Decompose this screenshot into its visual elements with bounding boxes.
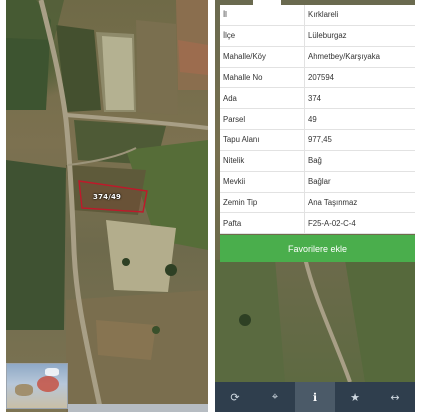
favorites-button[interactable]: ★	[335, 382, 375, 412]
refresh-icon: ⟳	[230, 390, 240, 404]
parcel-info-table: İl Kırklareli İlçe Lüleburgaz Mahalle/Kö…	[220, 5, 415, 235]
info-row-mevkii: Mevkii Bağlar	[220, 171, 415, 193]
bottom-toolbar: ⟳ ⌖ ℹ ★ ↔	[215, 382, 415, 412]
info-icon: ℹ	[312, 390, 318, 404]
satellite-map[interactable]: 374/49	[6, 0, 208, 412]
info-row-il: İl Kırklareli	[220, 5, 415, 26]
measure-button[interactable]: ↔	[375, 382, 415, 412]
refresh-button[interactable]: ⟳	[215, 382, 255, 412]
info-key: Mahalle/Köy	[220, 46, 305, 67]
info-key: Zemin Tip	[220, 192, 305, 213]
info-key: İlçe	[220, 25, 305, 46]
info-value: 374	[308, 93, 322, 103]
star-icon: ★	[350, 390, 360, 404]
info-value: Bağ	[308, 156, 322, 166]
info-row-pafta: Pafta F25-A-02-C-4	[220, 213, 415, 235]
map-bottom-bar	[68, 404, 208, 412]
info-key: Mahalle No	[220, 67, 305, 88]
parcel-info-panel: İl Kırklareli İlçe Lüleburgaz Mahalle/Kö…	[215, 0, 415, 412]
info-key: Pafta	[220, 213, 305, 234]
info-row-mahalle-no: Mahalle No 207594	[220, 67, 415, 89]
info-key: Parsel	[220, 109, 305, 130]
info-value: 977,45	[308, 135, 332, 145]
info-value: Ana Taşınmaz	[308, 198, 358, 208]
map-imagery	[6, 0, 208, 412]
info-key: Ada	[220, 88, 305, 109]
info-row-ada: Ada 374	[220, 88, 415, 110]
info-key: Mevkii	[220, 171, 305, 192]
info-row-mahalle-koy: Mahalle/Köy Ahmetbey/Karşıyaka	[220, 46, 415, 68]
info-key: Nitelik	[220, 150, 305, 171]
locate-button[interactable]: ⌖	[255, 382, 295, 412]
parcel-label: 374/49	[93, 193, 122, 201]
info-value: 49	[308, 114, 317, 124]
minimap-thumbnail[interactable]	[6, 363, 68, 409]
info-row-zemin-tip: Zemin Tip Ana Taşınmaz	[220, 192, 415, 214]
info-value: F25-A-02-C-4	[308, 218, 356, 228]
info-row-tapu-alani: Tapu Alanı 977,45	[220, 130, 415, 151]
info-button[interactable]: ℹ	[295, 382, 335, 412]
info-row-nitelik: Nitelik Bağ	[220, 150, 415, 172]
info-key: Tapu Alanı	[220, 130, 305, 150]
info-row-parsel: Parsel 49	[220, 109, 415, 131]
info-value: Lüleburgaz	[308, 31, 347, 41]
crosshair-icon: ⌖	[271, 390, 279, 403]
info-value: Bağlar	[308, 177, 331, 187]
info-row-ilce: İlçe Lüleburgaz	[220, 25, 415, 47]
add-to-favorites-button[interactable]: Favorilere ekle	[220, 235, 415, 262]
info-value: Kırklareli	[308, 10, 339, 20]
info-value: 207594	[308, 72, 335, 82]
measure-icon: ↔	[390, 390, 400, 404]
info-key: İl	[220, 5, 305, 25]
info-value: Ahmetbey/Karşıyaka	[308, 52, 380, 62]
